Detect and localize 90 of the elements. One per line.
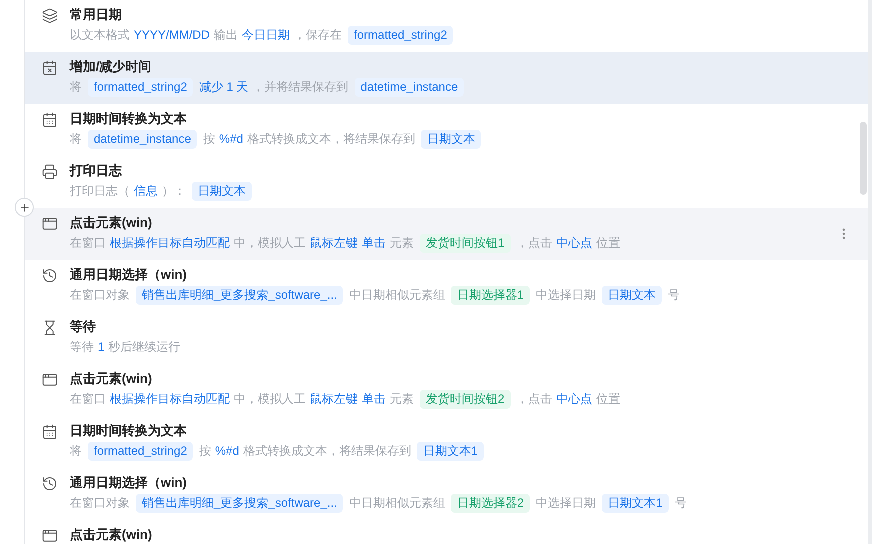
window-click-icon — [42, 372, 58, 388]
description-text: 格式转换成文本，将结果保存到 — [247, 131, 416, 148]
printer-icon — [42, 164, 58, 180]
description-text: 中日期相似元素组 — [349, 287, 446, 304]
parameter-value: 根据操作目标自动匹配 — [110, 391, 230, 408]
description-text: 元素 — [390, 235, 414, 252]
step-title: 点击元素(win) — [70, 526, 152, 544]
variable-tag: 销售出库明细_更多搜索_software_... — [136, 494, 344, 512]
window-click-icon — [42, 528, 58, 544]
add-step-button[interactable] — [15, 198, 34, 217]
description-text: 中日期相似元素组 — [349, 495, 446, 512]
description-text: ）： — [162, 183, 186, 200]
element-tag: 发货时间按钮2 — [420, 390, 511, 408]
window-click-icon — [42, 216, 58, 232]
step-title: 常用日期 — [70, 6, 122, 24]
step-title: 日期时间转换为文本 — [70, 110, 187, 128]
variable-tag: formatted_string2 — [348, 26, 454, 44]
description-text: 位置 — [596, 235, 621, 252]
description-text: 中，模拟人工 — [234, 235, 306, 252]
description-text: 输出 — [214, 27, 238, 44]
description-text: ，保存在 — [294, 27, 342, 44]
variable-tag: 日期文本1 — [417, 442, 484, 460]
description-text: 号 — [668, 287, 680, 304]
parameter-value: YYYY/MM/DD — [134, 27, 210, 44]
parameter-value: 中心点 — [556, 391, 593, 408]
history-icon — [42, 268, 58, 284]
layers-icon — [42, 8, 58, 24]
description-text: 中，模拟人工 — [234, 391, 306, 408]
step-row[interactable]: 点击元素(win) 在窗口 根据操作目标自动匹配 中，模拟人工 鼠标左键 单击 元素 发货时间按钮1 ，点击 中心点 位置 — [25, 208, 868, 260]
parameter-value: 减少 1 天 — [199, 79, 249, 96]
description-text: 等待 — [70, 339, 94, 356]
description-text: ，点击 — [516, 391, 553, 408]
element-tag: 发货时间按钮1 — [420, 234, 511, 252]
description-text: 在窗口 — [70, 235, 106, 252]
step-title: 日期时间转换为文本 — [70, 422, 187, 440]
parameter-value: %#d — [219, 131, 244, 148]
parameter-value: 单击 — [362, 391, 386, 408]
description-text: 将 — [70, 79, 82, 96]
variable-tag: 日期文本 — [421, 130, 482, 148]
description-text: 将 — [70, 131, 82, 148]
parameter-value: 中心点 — [556, 235, 593, 252]
description-text: 中选择日期 — [536, 287, 596, 304]
variable-tag: formatted_string2 — [88, 78, 194, 96]
description-text: 打印日志（ — [70, 183, 130, 200]
description-text: ，并将结果保存到 — [252, 79, 349, 96]
description-text: 位置 — [596, 391, 621, 408]
parameter-value: %#d — [215, 443, 240, 460]
variable-tag: 日期文本1 — [602, 494, 669, 512]
parameter-value: 单击 — [362, 235, 386, 252]
step-title: 点击元素(win) — [70, 370, 152, 388]
step-title: 通用日期选择（win) — [70, 266, 187, 284]
description-text: 秒后继续运行 — [108, 339, 181, 356]
step-title: 通用日期选择（win) — [70, 474, 187, 492]
variable-tag: formatted_string2 — [88, 442, 194, 460]
element-tag: 日期选择器1 — [451, 286, 530, 304]
calendar-icon — [42, 424, 58, 440]
parameter-value: 1 — [98, 339, 105, 356]
history-icon — [42, 476, 58, 492]
description-text: 以文本格式 — [70, 27, 130, 44]
step-title: 点击元素(win) — [70, 214, 152, 232]
description-text: 格式转换成文本，将结果保存到 — [243, 443, 412, 460]
step-title: 增加/减少时间 — [70, 58, 152, 76]
description-text: 在窗口对象 — [70, 287, 130, 304]
description-text: 元素 — [390, 391, 414, 408]
description-text: 在窗口 — [70, 391, 106, 408]
variable-tag: 日期文本 — [192, 182, 252, 200]
description-text: 按 — [203, 131, 216, 148]
description-text: 号 — [674, 495, 687, 512]
description-text: 在窗口对象 — [70, 495, 130, 512]
parameter-value: 鼠标左键 — [310, 391, 358, 408]
scrollbar-thumb[interactable] — [860, 122, 867, 195]
variable-tag: 销售出库明细_更多搜索_software_... — [136, 286, 344, 304]
calendar-icon — [42, 112, 58, 128]
variable-tag: 日期文本 — [602, 286, 662, 304]
parameter-value: 鼠标左键 — [310, 235, 358, 252]
element-tag: 日期选择器2 — [451, 494, 530, 512]
variable-tag: datetime_instance — [88, 130, 198, 148]
parameter-value: 今日日期 — [242, 27, 290, 44]
parameter-value: 信息 — [134, 183, 158, 200]
parameter-value: 根据操作目标自动匹配 — [110, 235, 230, 252]
description-text: 按 — [199, 443, 212, 460]
step-title: 打印日志 — [70, 162, 122, 180]
description-text: 将 — [70, 443, 82, 460]
description-text: ，点击 — [516, 235, 553, 252]
step-title: 等待 — [70, 318, 96, 336]
calendar-icon — [42, 60, 58, 76]
step-row[interactable]: 增加/减少时间 将 formatted_string2 减少 1 天 ，并将结果保存到 datetime_instance — [25, 52, 868, 104]
description-text: 中选择日期 — [536, 495, 596, 512]
plus-icon — [18, 202, 30, 214]
variable-tag: datetime_instance — [354, 78, 464, 96]
